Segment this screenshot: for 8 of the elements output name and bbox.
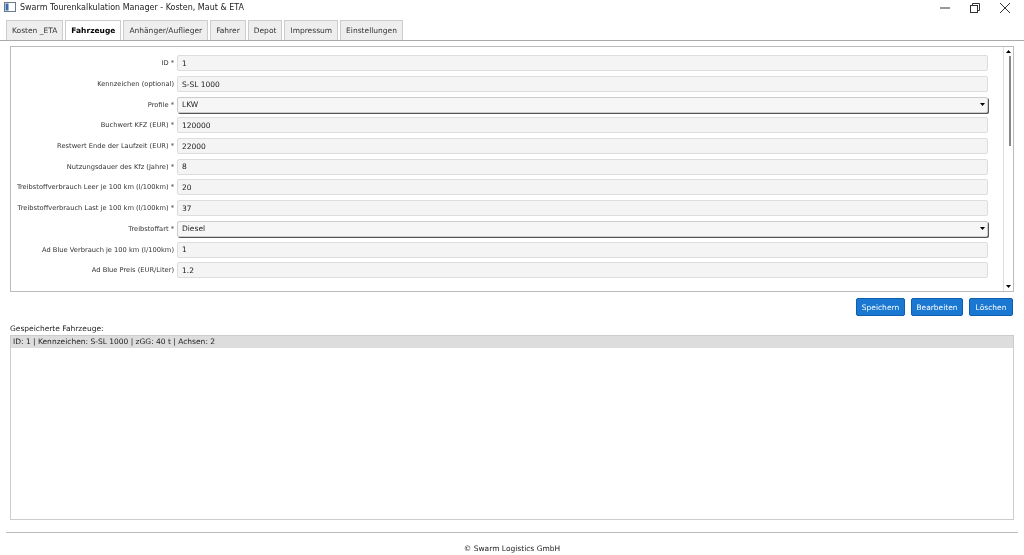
caret-icon xyxy=(980,227,985,231)
scroll-down-icon[interactable] xyxy=(1006,285,1011,288)
restore-icon[interactable] xyxy=(970,3,980,13)
window-title: Swarm Tourenkalkulation Manager - Kosten, Maut & ETA xyxy=(20,2,244,12)
scrollbar[interactable] xyxy=(1003,47,1013,291)
close-icon[interactable] xyxy=(1000,3,1010,13)
caret-icon xyxy=(980,103,985,107)
scroll-up-icon[interactable] xyxy=(1006,50,1011,53)
